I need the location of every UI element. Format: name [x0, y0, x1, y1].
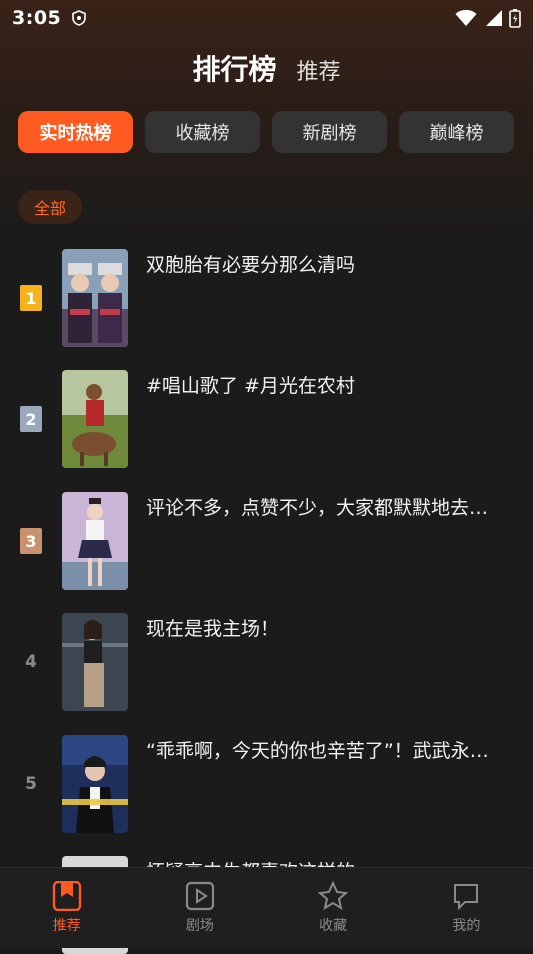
status-bar: 3:05: [0, 0, 533, 36]
bottom-nav: 推荐 剧场 收藏 我的: [0, 867, 533, 948]
nav-favorites[interactable]: 收藏: [267, 868, 400, 948]
video-thumbnail[interactable]: [62, 613, 128, 711]
nav-theater[interactable]: 剧场: [133, 868, 266, 948]
list-item[interactable]: 1 双胞胎有必要分那么清吗: [0, 249, 533, 347]
video-title[interactable]: “乖乖啊，今天的你也辛苦了”！武武永…: [146, 737, 518, 765]
rank-number: 5: [25, 774, 37, 794]
star-icon: [318, 881, 349, 911]
shield-icon: [72, 10, 87, 26]
nav-recommend[interactable]: 推荐: [0, 868, 133, 948]
chat-icon: [454, 884, 479, 911]
rank-badge: 3: [20, 528, 42, 554]
rank-number: 1: [25, 288, 37, 308]
tab-peak[interactable]: 巅峰榜: [399, 111, 514, 153]
list-item[interactable]: 2 #唱山歌了 #月光在农村: [0, 370, 533, 468]
signal-icon: [486, 10, 502, 26]
filter-tag-all[interactable]: 全部: [18, 190, 82, 224]
rank-number: 3: [25, 531, 37, 551]
ranking-tabs: 实时热榜 收藏榜 新剧榜 巅峰榜: [18, 111, 514, 153]
tab-new-drama[interactable]: 新剧榜: [272, 111, 387, 153]
rank-badge: 2: [20, 406, 42, 432]
nav-label: 推荐: [52, 918, 81, 934]
video-thumbnail[interactable]: [62, 492, 128, 590]
nav-label: 剧场: [185, 918, 214, 934]
tab-recommend[interactable]: 推荐: [297, 54, 341, 86]
nav-mine[interactable]: 我的: [400, 868, 533, 948]
play-icon: [185, 881, 214, 911]
video-title[interactable]: 双胞胎有必要分那么清吗: [146, 251, 518, 279]
wifi-icon: [455, 9, 477, 26]
rank-number: 4: [25, 652, 37, 672]
video-title[interactable]: #唱山歌了 #月光在农村: [146, 372, 518, 400]
page-title[interactable]: 排行榜: [192, 48, 276, 88]
list-item[interactable]: 4 现在是我主场！: [0, 613, 533, 711]
list-item[interactable]: 3 评论不多，点赞不少，大家都默默地去…: [0, 492, 533, 590]
tab-favorites[interactable]: 收藏榜: [145, 111, 260, 153]
status-time: 3:05: [12, 7, 62, 29]
list-item[interactable]: 5 “乖乖啊，今天的你也辛苦了”！武武永…: [0, 735, 533, 833]
bookmark-icon: [52, 881, 81, 911]
header: 排行榜 推荐: [0, 48, 533, 90]
nav-label: 我的: [452, 918, 481, 934]
video-thumbnail[interactable]: [62, 370, 128, 468]
rank-number: 2: [25, 409, 37, 429]
video-thumbnail[interactable]: [62, 249, 128, 347]
nav-label: 收藏: [319, 918, 348, 934]
rank-badge: 1: [20, 285, 42, 311]
battery-icon: [509, 9, 521, 28]
video-title[interactable]: 评论不多，点赞不少，大家都默默地去…: [146, 494, 518, 522]
video-thumbnail[interactable]: [62, 735, 128, 833]
video-title[interactable]: 现在是我主场！: [146, 615, 518, 643]
tab-realtime-hot[interactable]: 实时热榜: [18, 111, 133, 153]
